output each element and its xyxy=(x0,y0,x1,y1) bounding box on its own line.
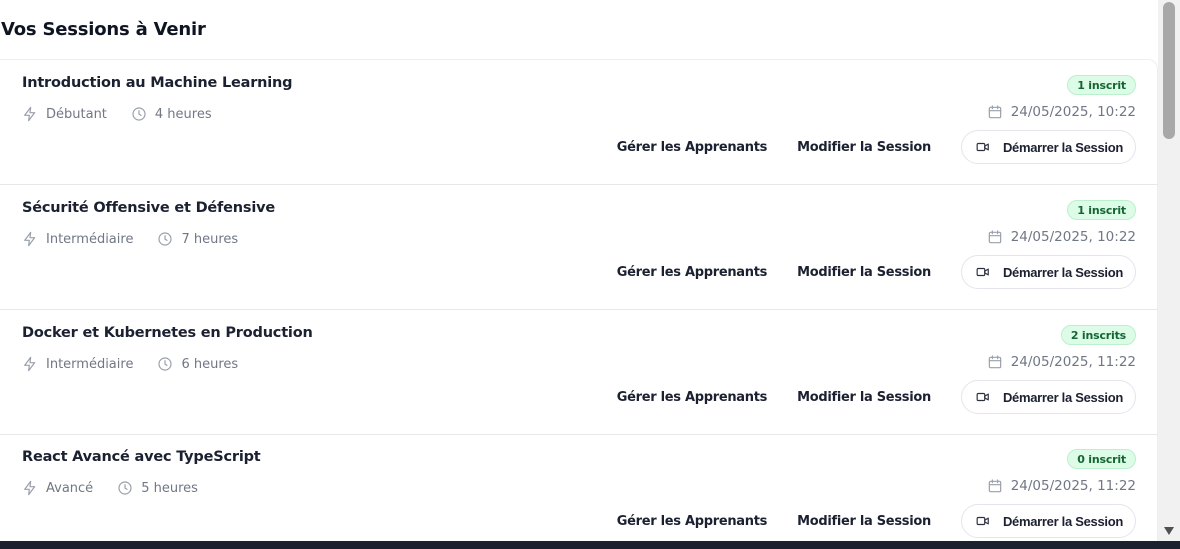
video-camera-icon xyxy=(976,267,989,277)
session-duration: 6 heures xyxy=(157,356,238,372)
lightning-icon xyxy=(24,480,36,496)
calendar-icon xyxy=(988,230,1001,244)
session-meta: Débutant 4 heures xyxy=(22,105,236,123)
start-session-label: Démarrer la Session xyxy=(1002,513,1123,529)
calendar-icon xyxy=(988,355,1001,369)
session-datetime: 24/05/2025, 11:22 xyxy=(987,354,1136,370)
manage-learners-button[interactable]: Gérer les Apprenants xyxy=(617,390,768,405)
session-level: Avancé xyxy=(22,480,93,496)
session-actions: Gérer les Apprenants Modifier la Session… xyxy=(617,255,1136,289)
session-datetime: 24/05/2025, 11:22 xyxy=(987,478,1136,494)
start-session-button[interactable]: Démarrer la Session xyxy=(960,504,1136,538)
session-duration: 7 heures xyxy=(157,231,238,247)
clock-icon xyxy=(158,232,173,246)
session-level-text: Avancé xyxy=(46,480,94,496)
edit-session-button[interactable]: Modifier la Session xyxy=(797,514,931,529)
start-session-button[interactable]: Démarrer la Session xyxy=(960,380,1136,414)
video-camera-icon xyxy=(976,516,989,526)
lightning-icon xyxy=(24,356,36,372)
session-datetime: 24/05/2025, 10:22 xyxy=(987,104,1136,120)
start-session-label: Démarrer la Session xyxy=(1002,389,1123,405)
session-duration-text: 6 heures xyxy=(181,356,239,372)
manage-learners-button[interactable]: Gérer les Apprenants xyxy=(617,265,768,280)
session-actions: Gérer les Apprenants Modifier la Session… xyxy=(617,380,1136,414)
sessions-viewport: Vos Sessions à Venir Introduction au Mac… xyxy=(0,0,1158,541)
session-level: Intermédiaire xyxy=(22,356,133,372)
session-datetime: 24/05/2025, 10:22 xyxy=(987,229,1136,245)
lightning-icon xyxy=(24,106,36,122)
manage-learners-button[interactable]: Gérer les Apprenants xyxy=(617,140,768,155)
session-duration: 4 heures xyxy=(131,106,212,122)
start-session-button[interactable]: Démarrer la Session xyxy=(960,130,1136,164)
edit-session-button[interactable]: Modifier la Session xyxy=(797,265,931,280)
scroll-down-button[interactable] xyxy=(1163,526,1175,536)
vertical-scrollbar[interactable] xyxy=(1158,0,1180,541)
page-title: Vos Sessions à Venir xyxy=(1,19,206,40)
session-duration-text: 4 heures xyxy=(154,106,212,122)
manage-learners-button[interactable]: Gérer les Apprenants xyxy=(617,514,768,529)
sessions-list: Introduction au Machine Learning Débutan… xyxy=(0,59,1158,541)
session-level: Débutant xyxy=(22,106,107,122)
edit-session-button[interactable]: Modifier la Session xyxy=(797,140,931,155)
clock-icon xyxy=(132,107,146,121)
bottom-edge xyxy=(0,541,1180,549)
session-item: Introduction au Machine Learning Débutan… xyxy=(0,60,1158,185)
session-item: React Avancé avec TypeScript Avancé 5 he… xyxy=(0,434,1158,541)
scrollbar-thumb[interactable] xyxy=(1163,2,1175,139)
enrolled-badge: 1 inscrit xyxy=(1067,200,1136,220)
video-camera-icon xyxy=(976,392,989,402)
session-title: Docker et Kubernetes en Production xyxy=(22,325,313,341)
session-datetime-text: 24/05/2025, 10:22 xyxy=(1010,104,1136,120)
session-datetime-text: 24/05/2025, 10:22 xyxy=(1010,229,1136,245)
calendar-icon xyxy=(988,105,1001,119)
start-session-label: Démarrer la Session xyxy=(1002,264,1123,280)
video-camera-icon xyxy=(976,142,989,152)
session-datetime-text: 24/05/2025, 11:22 xyxy=(1010,354,1136,370)
session-level-text: Débutant xyxy=(46,106,107,122)
session-item: Sécurité Offensive et Défensive Interméd… xyxy=(0,185,1158,310)
session-actions: Gérer les Apprenants Modifier la Session… xyxy=(617,504,1136,538)
session-title: React Avancé avec TypeScript xyxy=(22,449,261,465)
session-level: Intermédiaire xyxy=(22,231,133,247)
session-meta: Intermédiaire 6 heures xyxy=(22,355,262,373)
clock-icon xyxy=(118,481,132,495)
session-duration-text: 5 heures xyxy=(141,480,198,496)
arrow-down-icon xyxy=(1164,527,1174,535)
session-actions: Gérer les Apprenants Modifier la Session… xyxy=(617,130,1136,164)
session-duration-text: 7 heures xyxy=(181,231,239,247)
clock-icon xyxy=(158,357,173,371)
session-level-text: Intermédiaire xyxy=(46,356,134,372)
edit-session-button[interactable]: Modifier la Session xyxy=(797,390,931,405)
session-title: Introduction au Machine Learning xyxy=(22,75,293,91)
calendar-icon xyxy=(988,479,1001,493)
enrolled-badge: 1 inscrit xyxy=(1067,75,1136,95)
session-level-text: Intermédiaire xyxy=(46,231,134,247)
session-duration: 5 heures xyxy=(117,480,198,496)
start-session-label: Démarrer la Session xyxy=(1002,139,1123,155)
session-meta: Intermédiaire 7 heures xyxy=(22,230,262,248)
start-session-button[interactable]: Démarrer la Session xyxy=(960,255,1136,289)
enrolled-badge: 0 inscrit xyxy=(1067,449,1136,469)
session-item: Docker et Kubernetes en Production Inter… xyxy=(0,310,1158,435)
session-title: Sécurité Offensive et Défensive xyxy=(22,200,276,216)
lightning-icon xyxy=(24,231,36,247)
session-datetime-text: 24/05/2025, 11:22 xyxy=(1010,478,1136,494)
enrolled-badge: 2 inscrits xyxy=(1060,325,1136,345)
session-meta: Avancé 5 heures xyxy=(22,479,222,497)
